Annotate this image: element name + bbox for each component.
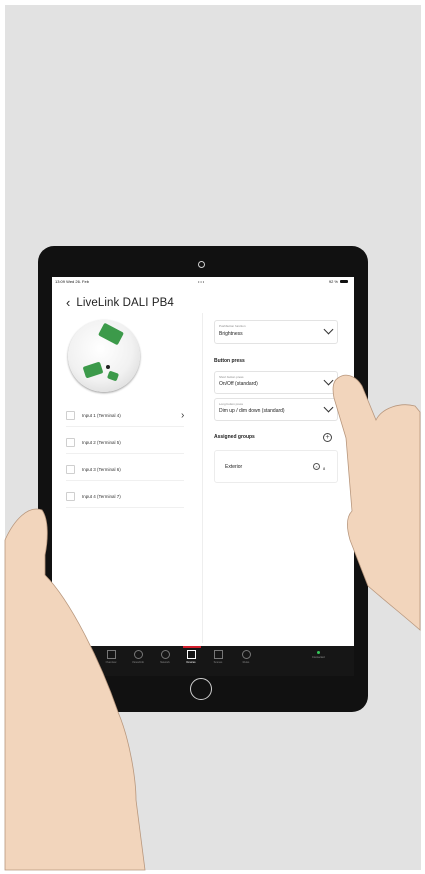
right-hand-image <box>332 374 421 631</box>
